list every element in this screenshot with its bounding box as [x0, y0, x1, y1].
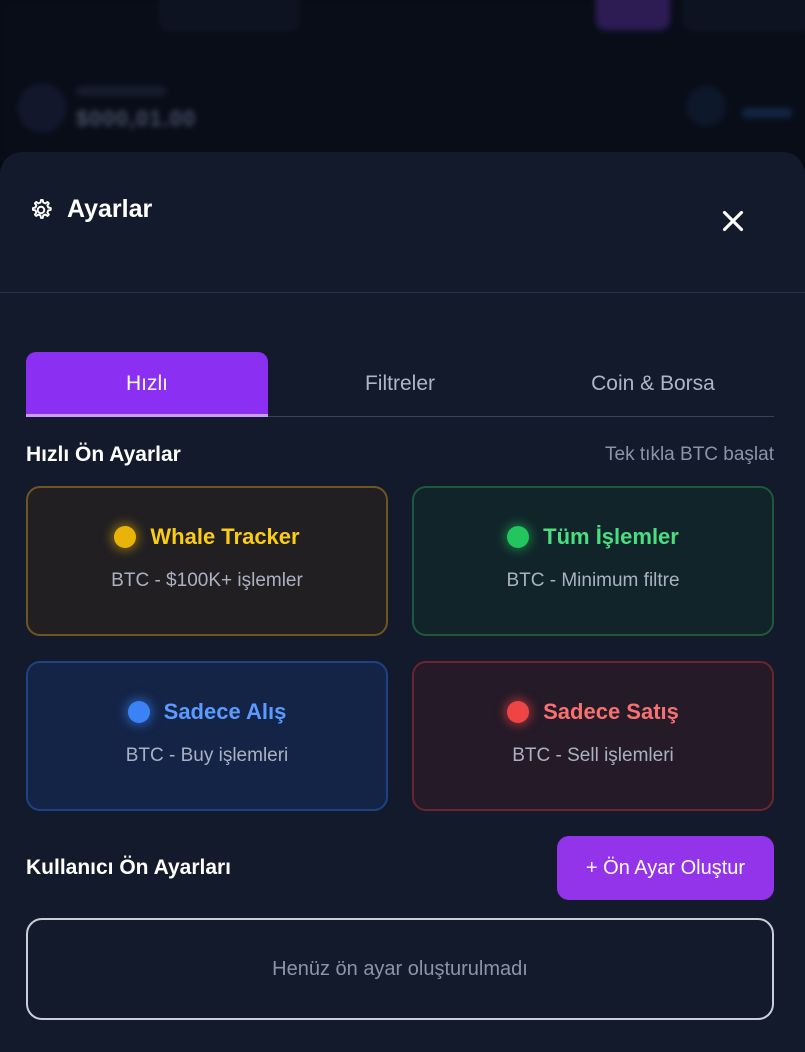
- close-icon[interactable]: [716, 204, 750, 238]
- user-presets-title: Kullanıcı Ön Ayarları: [26, 856, 232, 879]
- green-dot-icon: [507, 526, 530, 548]
- background-label: [76, 86, 166, 96]
- background-link: [742, 108, 792, 118]
- preset-card-header: Sadece Satış: [507, 699, 679, 725]
- preset-card-header: Sadece Alış: [127, 699, 287, 725]
- gear-icon: [32, 199, 52, 219]
- background-value: $000,01.00: [76, 106, 197, 131]
- create-preset-button[interactable]: + Ön Ayar Oluştur: [557, 836, 774, 900]
- red-dot-icon: [507, 701, 530, 723]
- settings-tabs: Hızlı Filtreler Coin & Borsa: [26, 352, 774, 417]
- quick-presets-hint: Tek tıkla BTC başlat: [605, 444, 774, 465]
- blue-dot-icon: [127, 701, 150, 723]
- quick-presets-title: Hızlı Ön Ayarlar: [26, 443, 181, 466]
- preset-card-whale-tracker[interactable]: Whale Tracker BTC - $100K+ işlemler: [26, 486, 388, 636]
- preset-card-subtitle: BTC - Minimum filtre: [506, 570, 680, 591]
- background-pill: [160, 0, 298, 30]
- settings-sheet: Ayarlar Hızlı Filtreler Coin & Borsa Hız…: [0, 152, 805, 1052]
- tab-filters[interactable]: Filtreler: [268, 352, 532, 416]
- empty-state-text: Henüz ön ayar oluşturulmadı: [272, 957, 528, 980]
- background-pill: [596, 0, 670, 30]
- user-presets-empty-state: Henüz ön ayar oluşturulmadı: [26, 918, 774, 1020]
- preset-card-name: Sadece Satış: [543, 699, 679, 724]
- background-app: $000,01.00: [0, 0, 805, 160]
- preset-card-all-trades[interactable]: Tüm İşlemler BTC - Minimum filtre: [412, 486, 774, 636]
- tab-quick[interactable]: Hızlı: [26, 352, 268, 417]
- background-icon: [686, 86, 726, 126]
- preset-card-subtitle: BTC - Sell işlemleri: [512, 745, 674, 766]
- tab-coin-exchange[interactable]: Coin & Borsa: [532, 352, 774, 416]
- preset-card-sell-only[interactable]: Sadece Satış BTC - Sell işlemleri: [412, 661, 774, 811]
- preset-card-name: Tüm İşlemler: [543, 524, 679, 549]
- background-pill: [684, 0, 805, 30]
- preset-card-name: Sadece Alış: [163, 699, 287, 724]
- preset-card-subtitle: BTC - Buy işlemleri: [125, 745, 289, 766]
- preset-card-header: Whale Tracker: [114, 524, 300, 550]
- preset-card-subtitle: BTC - $100K+ işlemler: [111, 570, 303, 591]
- preset-card-buy-only[interactable]: Sadece Alış BTC - Buy işlemleri: [26, 661, 388, 811]
- background-avatar: [18, 84, 66, 132]
- yellow-dot-icon: [114, 526, 137, 548]
- sheet-header: Ayarlar: [0, 152, 805, 293]
- preset-card-name: Whale Tracker: [150, 524, 300, 549]
- settings-title: Ayarlar: [67, 195, 153, 223]
- preset-card-header: Tüm İşlemler: [507, 524, 679, 550]
